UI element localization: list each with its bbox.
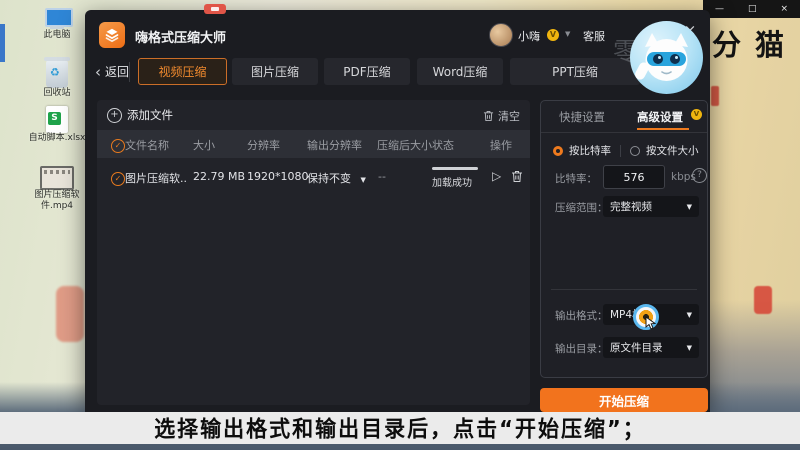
- radio-divider: [620, 145, 621, 157]
- output-dir-value: 原文件目录: [610, 340, 663, 355]
- row-checkbox[interactable]: ✓: [111, 171, 125, 186]
- tab-quick-settings[interactable]: 快捷设置: [559, 109, 605, 125]
- row-size: 22.79 MB: [193, 170, 245, 183]
- settings-card: 快捷设置 高级设置 V 按比特率 按文件大小 比特率： 576 kbps ? 压…: [540, 100, 708, 378]
- row-compressed-size: --: [378, 170, 386, 183]
- tab-label: PDF压缩: [343, 63, 390, 80]
- chevron-down-icon: ▼: [687, 311, 692, 319]
- trash-icon: [511, 170, 523, 183]
- wallpaper-detail-red-small: [711, 86, 719, 106]
- output-dir-dropdown[interactable]: 原文件目录 ▼: [603, 337, 699, 358]
- radio-bitrate-selected[interactable]: [553, 146, 563, 156]
- col-resolution: 分辨率: [247, 137, 280, 153]
- output-dir-label: 输出目录：: [555, 341, 608, 356]
- tab-label: PPT压缩: [552, 63, 598, 80]
- excel-file-icon: [46, 106, 68, 133]
- app-logo-icon: [99, 22, 125, 48]
- col-output-resolution: 输出分辨率: [307, 137, 362, 153]
- row-filename: 图片压缩软...: [125, 170, 187, 186]
- desktop-icon-label: 图片压缩软件.mp4: [22, 190, 92, 212]
- video-file-icon: [40, 166, 74, 190]
- mouse-cursor-icon: [645, 316, 657, 330]
- app-title: 嗨格式压缩大师: [135, 27, 226, 46]
- bgwin-close-button[interactable]: ×: [780, 4, 788, 14]
- tab-label: 图片压缩: [251, 63, 299, 80]
- window-edge-sliver: [0, 24, 5, 62]
- row-progress-bar: [432, 167, 478, 170]
- screen: — □ × 分猫 零 此电脑 回收站 自动脚本.xlsx 图片压缩软件.mp4 …: [0, 0, 800, 450]
- output-format-label: 输出格式：: [555, 308, 608, 323]
- watermark-brand-text: 分猫: [712, 22, 800, 64]
- select-all-checkbox[interactable]: ✓: [111, 138, 125, 153]
- wallpaper-detail-pink: [56, 286, 84, 342]
- tab-video-compress[interactable]: 视频压缩: [138, 58, 227, 85]
- red-notification-tab: [204, 4, 226, 14]
- range-value: 完整视频: [610, 199, 652, 214]
- vip-badge: V: [547, 29, 559, 41]
- radio-filesize-label[interactable]: 按文件大小: [646, 143, 699, 158]
- col-status: 状态: [432, 137, 454, 153]
- settings-tabs: 快捷设置 高级设置 V: [541, 101, 707, 133]
- range-label: 压缩范围：: [555, 200, 608, 215]
- tab-label: Word压缩: [433, 63, 488, 80]
- trash-icon: [483, 110, 494, 122]
- layers-icon: [103, 26, 121, 44]
- radio-filesize[interactable]: [630, 146, 640, 156]
- row-status: 加载成功: [432, 174, 472, 189]
- table-header: ✓ 文件名称 大小 分辨率 输出分辨率 压缩后大小 状态 操作: [97, 130, 530, 158]
- tab-word-compress[interactable]: Word压缩: [417, 58, 503, 85]
- col-operation: 操作: [490, 137, 512, 153]
- radio-bitrate-label[interactable]: 按比特率: [569, 143, 611, 158]
- customer-service-button[interactable]: 客服: [583, 28, 605, 44]
- col-size: 大小: [193, 137, 215, 153]
- tab-image-compress[interactable]: 图片压缩: [232, 58, 318, 85]
- back-button[interactable]: ‹返回: [95, 63, 129, 81]
- account-chevron-down-icon[interactable]: ▼: [565, 30, 570, 38]
- chevron-down-icon: ▼: [687, 203, 692, 211]
- chevron-down-icon: ▼: [687, 344, 692, 352]
- tab-pdf-compress[interactable]: PDF压缩: [324, 58, 410, 85]
- mascot-cat-logo: [629, 20, 704, 95]
- app-window: 嗨格式压缩大师 小嗨 V ▼ 客服 — × ‹返回 视频压缩 图片压缩 PDF压…: [85, 10, 710, 412]
- bitrate-input[interactable]: 576: [603, 165, 665, 189]
- col-filename: 文件名称: [125, 137, 169, 153]
- chevron-left-icon: ‹: [95, 63, 101, 81]
- card-divider: [551, 289, 697, 290]
- help-icon[interactable]: ?: [692, 168, 707, 183]
- nav-divider: [129, 62, 130, 82]
- file-list-panel: + 添加文件 清空 ✓ 文件名称 大小 分辨率 输出分辨率 压缩后大小 状态 操…: [97, 100, 530, 405]
- col-compressed-size: 压缩后大小: [377, 137, 432, 153]
- clear-list-button[interactable]: 清空: [483, 108, 520, 124]
- row-delete-button[interactable]: [511, 170, 523, 186]
- tab-advanced-settings[interactable]: 高级设置: [637, 109, 683, 125]
- recycle-bin-icon: [46, 60, 68, 88]
- row-output-resolution-dropdown[interactable]: 保持不变 ▼: [307, 170, 366, 186]
- range-dropdown[interactable]: 完整视频 ▼: [603, 196, 699, 217]
- chevron-down-icon: ▼: [361, 176, 366, 184]
- wallpaper-detail-red: [754, 286, 772, 314]
- start-compress-button[interactable]: 开始压缩: [540, 388, 708, 412]
- bitrate-label: 比特率：: [555, 171, 597, 186]
- user-avatar[interactable]: [489, 23, 513, 47]
- mode-radio-group: 按比特率 按文件大小: [553, 143, 699, 158]
- bgwin-minimize-button[interactable]: —: [715, 4, 724, 14]
- username-label[interactable]: 小嗨: [518, 28, 540, 44]
- tab-label: 视频压缩: [158, 63, 206, 80]
- bgwin-maximize-button[interactable]: □: [748, 4, 757, 14]
- row-resolution: 1920*1080: [247, 170, 309, 183]
- add-file-button[interactable]: + 添加文件: [107, 107, 173, 123]
- advanced-vip-badge: V: [691, 109, 702, 120]
- plus-circle-icon: +: [107, 108, 122, 123]
- background-window-titlebar: — □ ×: [703, 0, 800, 18]
- subtitle-text: 选择输出格式和输出目录后，点击“开始压缩”；: [154, 412, 646, 444]
- table-row: ✓ 图片压缩软... 22.79 MB 1920*1080 保持不变 ▼ -- …: [97, 158, 530, 196]
- subtitle-band: 选择输出格式和输出目录后，点击“开始压缩”；: [0, 412, 800, 444]
- row-play-button[interactable]: ▷: [492, 169, 501, 183]
- active-tab-underline: [637, 128, 689, 130]
- this-pc-icon: [42, 8, 72, 30]
